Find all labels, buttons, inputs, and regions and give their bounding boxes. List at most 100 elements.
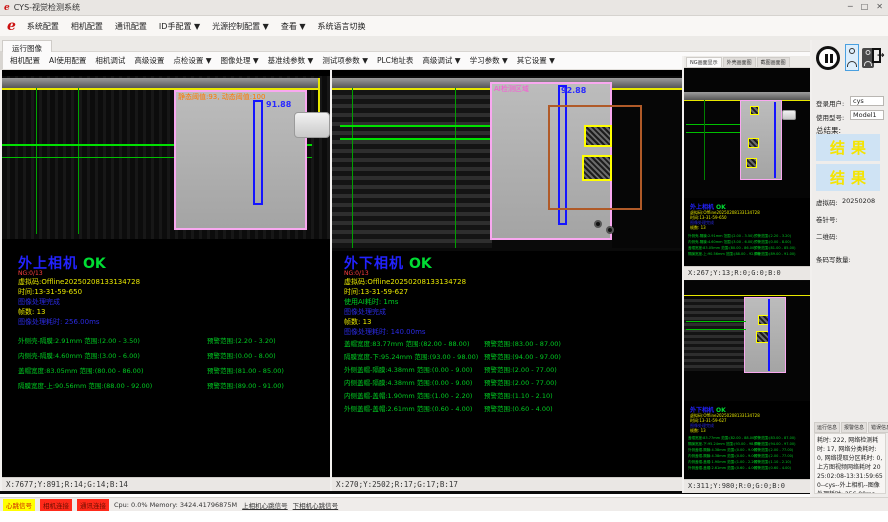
measurement-warn: 预警范围:(1.10 - 2.10) (484, 390, 553, 400)
comm-connection-badge: 通讯连接 (77, 499, 109, 511)
measurement-text: 盖帽宽度:83.05mm 范围:(80.00 - 86.00) (688, 246, 756, 251)
measurement-warn: 预警范围:(0.00 - 8.00) (207, 350, 276, 360)
run-log-text[interactable]: 耗时: 222, 网络检测耗时: 17, 网络分类耗时: 0, 网络提取分区耗时… (814, 433, 886, 494)
measurement-warn: 预警范围:(81.00 - 85.00) (207, 365, 284, 375)
menu-idhand-config[interactable]: ID手配置 ▼ (153, 21, 206, 32)
upper-camera-heartbeat-link[interactable]: 上相机心跳信号 (242, 500, 288, 510)
tb-ai-usage-config[interactable]: AI使用配置 (49, 55, 86, 66)
mini-panel-upper[interactable]: NG画面显示 外壳画面图 截图画面图 外上相机OK 虚拟码:Offline202… (684, 56, 810, 280)
measurement-warn: 预警范围:(81.00 - 85.00) (754, 246, 795, 251)
measurement-warn: 预警范围:(2.00 - 77.00) (754, 454, 793, 459)
measurement-text: 隔膜宽度-下:95.24mm 范围:(93.00 - 98.00) (688, 442, 760, 447)
roi-rect-yellow (582, 155, 612, 181)
tb-spot-check[interactable]: 点检设置 ▼ (173, 55, 211, 66)
measurement-text: 隔膜宽度-上:90.56mm 范围:(88.00 - 92.00) (688, 252, 760, 257)
title-bar: e CYS-视觉检测系统 ─ □ ✕ (0, 0, 888, 16)
mini-panel-lower[interactable]: 外下相机OK 虚拟码:Offline20250208133134728 时间:1… (684, 281, 810, 493)
frame-count-line: 帧数: 13 (344, 317, 372, 327)
close-icon[interactable]: ✕ (876, 2, 883, 11)
measurement-warn: 预警范围:(1.10 - 2.10) (754, 460, 791, 465)
measurement-warn: 预警范围:(2.00 - 77.00) (484, 364, 557, 374)
measurement-warn: 预警范围:(83.00 - 87.00) (754, 436, 795, 441)
camera-panel-upper[interactable]: 静态阈值:93, 动态阈值:100 91.88 外上相机OK NG:0/13 虚… (2, 70, 330, 491)
result-ok-label: OK (409, 256, 432, 272)
log-tab-alarm-info[interactable]: 报警信息 (841, 422, 867, 433)
pixel-coordinate-readout: X:311;Y:980;R:0;G:0;B:0 (684, 479, 810, 493)
pixel-coordinate-readout: X:7677;Y:891;R:14;G:14;B:14 (2, 477, 330, 491)
tab-bar: 运行图像 (0, 36, 888, 52)
operator-icon (866, 50, 871, 55)
menu-camera-config[interactable]: 相机配置 (65, 21, 109, 32)
measurement-text: 内侧盖帽-隔膜:4.38mm 范围:(0.00 - 9.00) (688, 454, 757, 459)
tb-plc-address[interactable]: PLC地址表 (377, 55, 413, 66)
measurement-text: 外侧盖帽-盖帽:2.61mm 范围:(0.60 - 4.00) (688, 466, 757, 471)
menu-bar: e 系统配置 相机配置 通讯配置 ID手配置 ▼ 光源控制配置 ▼ 查看 ▼ 系… (0, 16, 888, 36)
app-window: e CYS-视觉检测系统 ─ □ ✕ e 系统配置 相机配置 通讯配置 ID手配… (0, 0, 888, 522)
tb-camera-debug[interactable]: 相机调试 (95, 55, 125, 66)
tb-baseline-params[interactable]: 基准线参数 ▼ (268, 55, 314, 66)
pause-button[interactable] (816, 46, 840, 70)
menu-comm-config[interactable]: 通讯配置 (109, 21, 153, 32)
measurement-text: 内侧盖帽-隔膜:4.38mm 范围:(0.00 - 9.00) (344, 377, 472, 387)
menu-system-config[interactable]: 系统配置 (21, 21, 65, 32)
mini-tab-shell-view[interactable]: 外壳画面图 (723, 57, 756, 67)
frame-count-line: 帧数: 13 (690, 225, 706, 231)
pixel-coordinate-readout: X:267;Y:13;R:0;G:0;B:0 (684, 266, 810, 280)
result-ok-label: OK (83, 256, 106, 272)
model-label: 使用型号: (816, 112, 844, 122)
minimize-icon[interactable]: ─ (848, 2, 853, 11)
connector-object (782, 110, 796, 120)
measurement-warn: 预警范围:(0.00 - 8.00) (754, 240, 791, 245)
user-mode-button-selected[interactable] (845, 44, 859, 71)
mini-tab-snapshot-view[interactable]: 截图画面图 (757, 57, 790, 67)
exit-button[interactable]: → (872, 45, 888, 69)
model-value[interactable]: Model1 (850, 110, 884, 120)
login-user-value[interactable]: cys (850, 96, 884, 106)
winder-number-label: 卷针号: (816, 214, 838, 224)
elapsed-line: 图像处理耗时: 140.00ms (344, 327, 426, 337)
virtual-code-label: 虚拟码: (816, 197, 838, 207)
camera-connection-badge: 相机连接 (40, 499, 72, 511)
log-tab-run-info[interactable]: 运行信息 (814, 422, 840, 433)
app-icon: e (4, 3, 10, 13)
tb-learning-params[interactable]: 学习参数 ▼ (470, 55, 508, 66)
measurement-warn: 预警范围:(0.60 - 4.00) (754, 466, 791, 471)
tb-image-processing[interactable]: 图像处理 ▼ (221, 55, 259, 66)
camera-panel-lower[interactable]: AI检测区域 92.88 外下相机OK NG:0/13 虚拟码:Offline2… (332, 70, 682, 491)
measurement-text: 盖帽宽度:83.77mm 范围:(82.00 - 88.00) (344, 338, 469, 348)
tb-advanced-debug[interactable]: 高级调试 ▼ (422, 55, 460, 66)
menu-light-config[interactable]: 光源控制配置 ▼ (206, 21, 275, 32)
mini-tab-ng-display[interactable]: NG画面显示 (686, 57, 722, 67)
menu-language-switch[interactable]: 系统语言切换 (312, 21, 372, 32)
green-measure-line (686, 124, 740, 125)
machine-texture (684, 299, 746, 371)
measurement-text: 盖帽宽度:83.77mm 范围:(82.00 - 88.00) (688, 436, 756, 441)
status-bar: 心跳信号 相机连接 通讯连接 Cpu: 0.0% Memory: 3424.41… (0, 497, 888, 511)
green-reference-vline (455, 88, 456, 248)
measurement-warn: 预警范围:(0.60 - 4.00) (484, 403, 553, 413)
exit-arrow-icon: → (877, 51, 885, 61)
window-controls: ─ □ ✕ (848, 2, 883, 11)
roi-line-blue (768, 299, 770, 371)
lower-camera-heartbeat-link[interactable]: 下相机心跳信号 (293, 500, 339, 510)
tb-advanced-settings[interactable]: 高级设置 (134, 55, 164, 66)
measurement-text: 外侧盖帽-隔膜:4.38mm 范围:(0.00 - 9.00) (344, 364, 472, 374)
result-box-lower: 结果 (816, 164, 880, 191)
tb-test-params[interactable]: 测试项参数 ▼ (322, 55, 368, 66)
green-reference-vline (36, 88, 37, 234)
tb-camera-config[interactable]: 相机配置 (10, 55, 40, 66)
user-icon-body (847, 61, 857, 67)
time-line: 时间:13-31-59-627 (344, 287, 408, 297)
app-logo-icon: e (7, 18, 16, 34)
menu-view[interactable]: 查看 ▼ (275, 21, 312, 32)
log-tab-error-info[interactable]: 错误信息 (868, 422, 888, 433)
image-top-band (2, 78, 320, 88)
barcode-line: 虚拟码:Offline20250208133134728 (18, 277, 140, 287)
roi-rect-yellow (746, 158, 757, 168)
maximize-icon[interactable]: □ (861, 2, 869, 11)
log-tab-bar: 运行信息 报警信息 错误信息 (814, 422, 888, 433)
measurement-text: 内侧壳-隔膜:4.60mm 范围:(3.00 - 6.00) (18, 350, 140, 360)
frame-count-line: 帧数: 13 (690, 428, 706, 434)
tb-other-settings[interactable]: 其它设置 ▼ (517, 55, 555, 66)
yellow-reference-vline (318, 78, 320, 112)
